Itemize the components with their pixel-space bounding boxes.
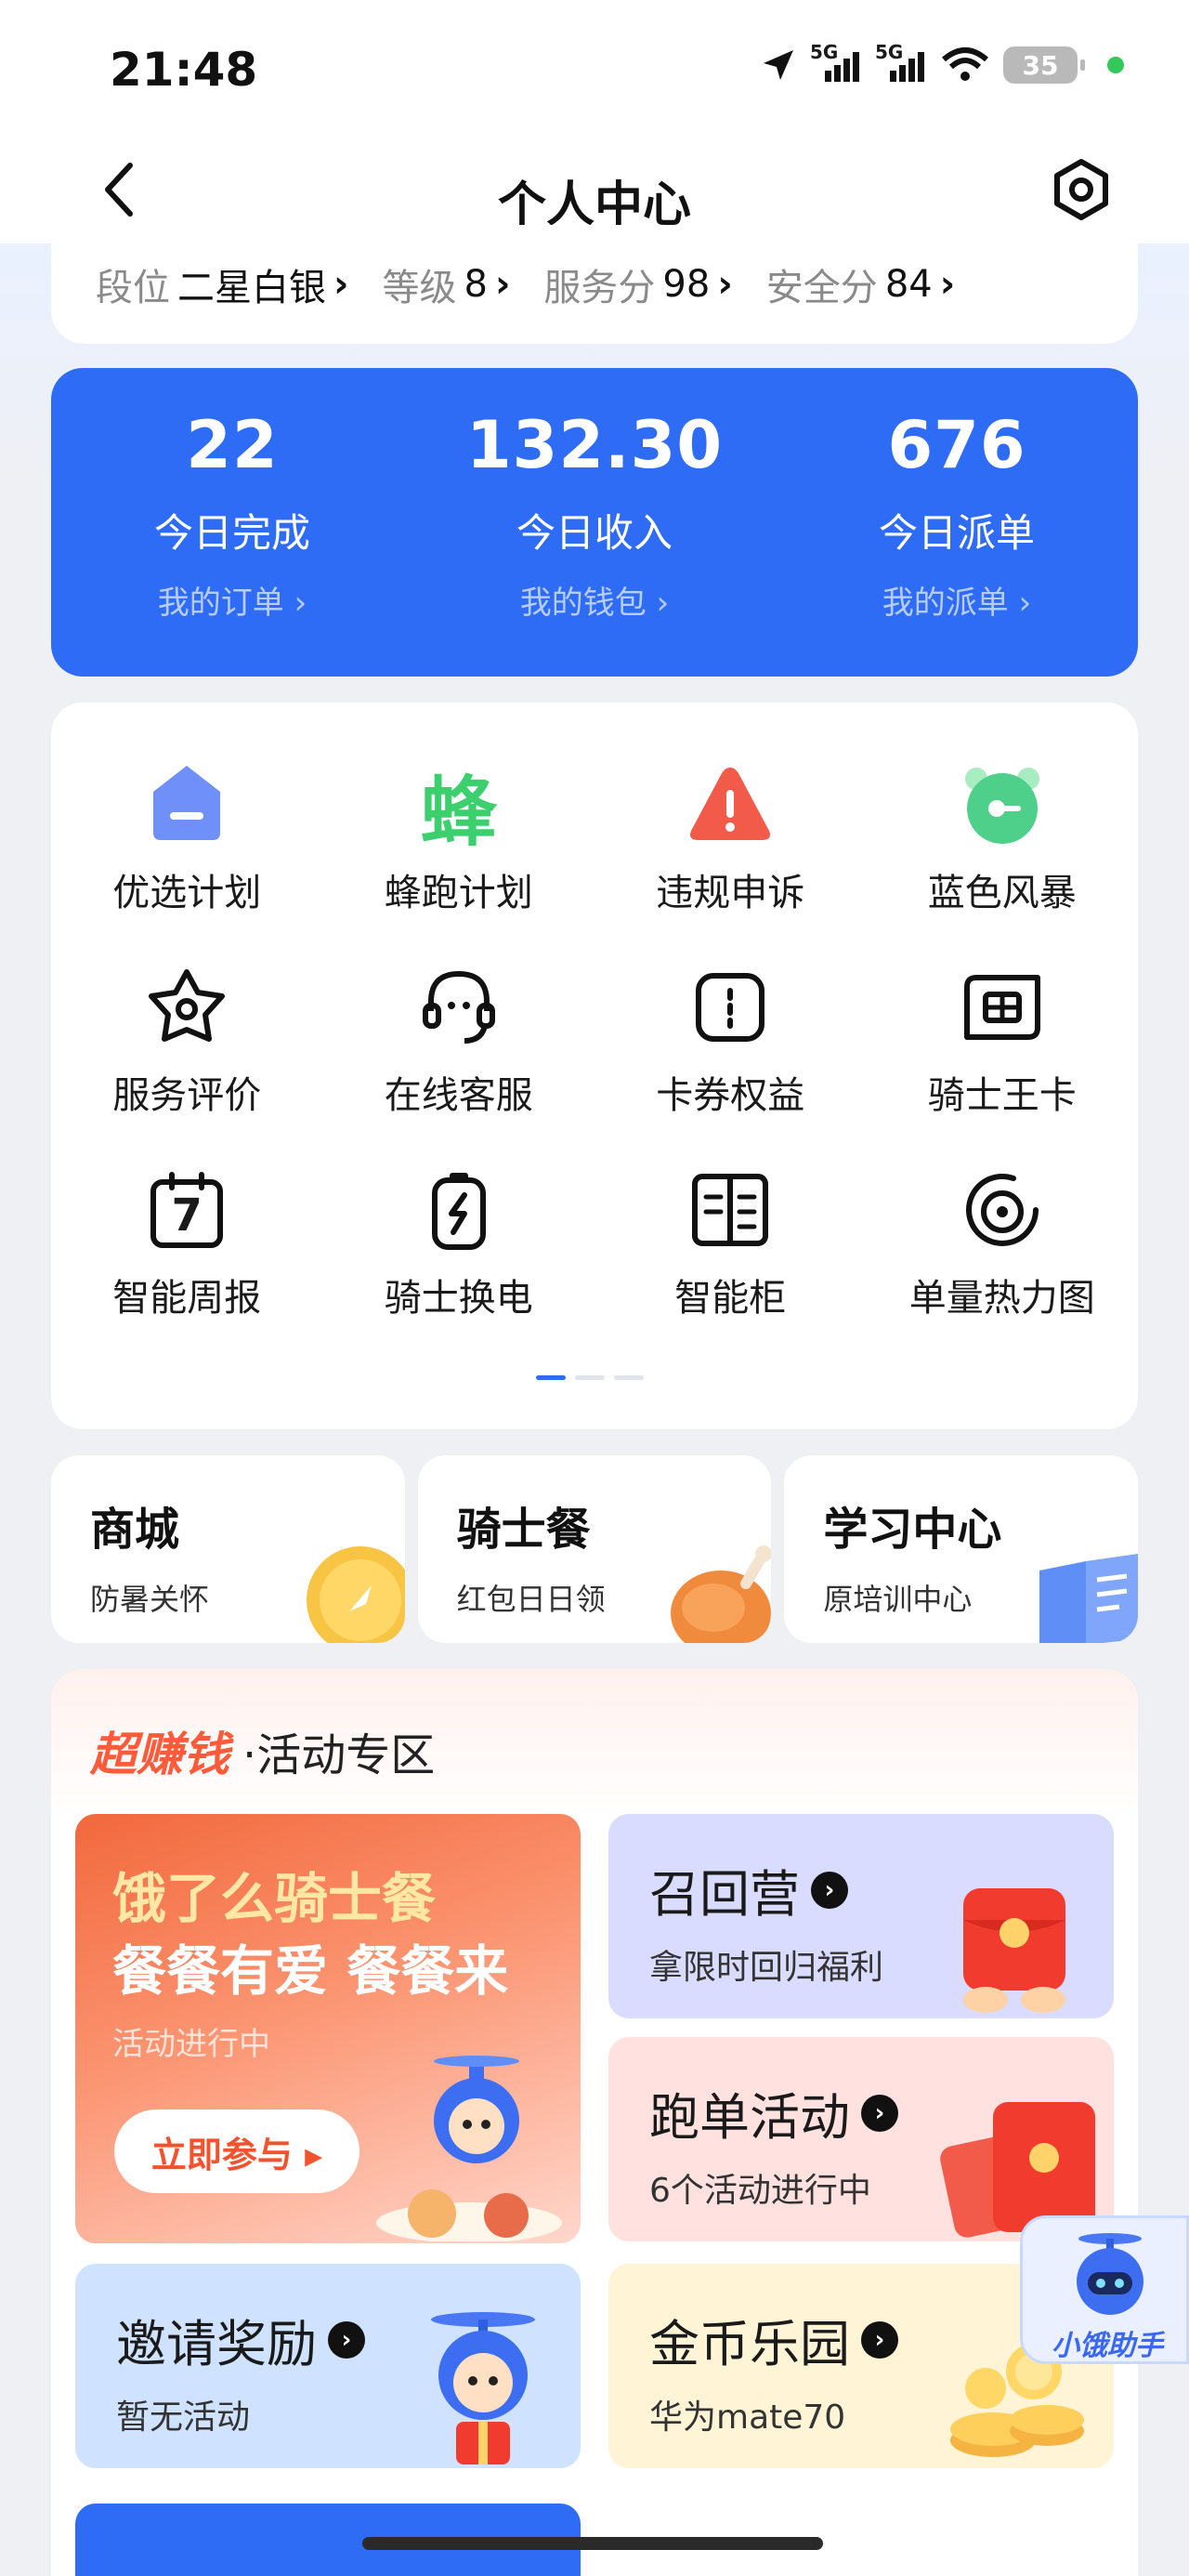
grid-item-service-rating[interactable]: 服务评价	[51, 961, 323, 1119]
grid-item-preferred-plan[interactable]: 优选计划	[51, 758, 323, 916]
feature-grid: 优选计划 蜂 蜂跑计划 违规申诉 蓝色风暴 服务评价 在线客服 卡券权益 骑士王…	[51, 758, 1138, 1321]
book-icon	[1039, 1554, 1139, 1643]
grid-item-online-service[interactable]: 在线客服	[323, 961, 595, 1119]
rider-meal-banner[interactable]: 饿了么骑士餐 餐餐有爱 餐餐来 活动进行中 立即参与 ▸	[75, 1814, 581, 2243]
coupon-icon	[684, 961, 777, 1054]
grid-item-blue-storm[interactable]: 蓝色风暴	[867, 758, 1139, 916]
rank-tier[interactable]: 段位 二星白银 ›	[96, 257, 348, 311]
assistant-float-button[interactable]: 小饿助手	[1020, 2215, 1189, 2364]
today-stats-card: 22 今日完成 我的订单 › 132.30 今日收入 我的钱包 › 676 今日…	[51, 368, 1138, 677]
chevron-right-icon: ›	[333, 263, 349, 306]
arrow-right-circle-icon: ›	[328, 2320, 365, 2359]
cellular-signal-1: 5G	[810, 41, 862, 84]
sim-card-icon	[956, 961, 1049, 1054]
locker-icon	[684, 1163, 777, 1256]
learning-center-card[interactable]: 学习中心 原培训中心	[784, 1455, 1139, 1643]
feature-grid-card: 优选计划 蜂 蜂跑计划 违规申诉 蓝色风暴 服务评价 在线客服 卡券权益 骑士王…	[51, 703, 1138, 1429]
stat-completed[interactable]: 22 今日完成 我的订单 ›	[51, 368, 413, 677]
mall-card[interactable]: 商城 防暑关怀	[51, 1455, 405, 1643]
warning-icon	[684, 758, 777, 851]
wifi-icon	[942, 47, 988, 81]
rank-service-score[interactable]: 服务分 98 ›	[543, 257, 732, 311]
my-dispatch-link[interactable]: 我的派单 ›	[776, 577, 1138, 623]
rider-mascot-icon	[431, 2312, 535, 2464]
privacy-dot	[1107, 57, 1124, 73]
join-now-button[interactable]: 立即参与 ▸	[114, 2109, 359, 2193]
activity-zone-title: ·活动专区	[242, 1729, 436, 1781]
rider-mascot-illustration	[376, 2056, 562, 2241]
grid-item-rider-king-card[interactable]: 骑士王卡	[867, 961, 1139, 1119]
gold-coin-icon	[306, 1546, 405, 1643]
grid-item-bee-run-plan[interactable]: 蜂 蜂跑计划	[323, 758, 595, 916]
my-orders-link[interactable]: 我的订单 ›	[51, 577, 413, 623]
invite-reward-tile[interactable]: 邀请奖励 › 暂无活动	[75, 2264, 581, 2468]
battery-swap-icon	[412, 1163, 505, 1256]
target-icon	[956, 1163, 1049, 1256]
run-order-activity-tile[interactable]: 跑单活动 › 6个活动进行中	[608, 2037, 1114, 2241]
robot-mascot-icon	[1077, 2233, 1143, 2315]
arrow-right-circle-icon: ›	[811, 1871, 848, 1909]
activity-zone-header: 超赚钱 ·活动专区	[90, 1717, 435, 1784]
home-indicator[interactable]	[362, 2537, 823, 2550]
rank-level[interactable]: 等级 8 ›	[382, 257, 510, 311]
chicken-leg-icon	[671, 1545, 772, 1643]
arrow-right-circle-icon: ›	[861, 2320, 898, 2359]
status-time: 21:48	[110, 43, 258, 97]
grid-item-coupons[interactable]: 卡券权益	[594, 961, 867, 1119]
chevron-right-icon: ›	[494, 263, 511, 306]
pager-dot[interactable]	[614, 1375, 644, 1380]
rank-summary: 段位 二星白银 › 等级 8 › 服务分 98 › 安全分 84 ›	[51, 225, 1138, 344]
pager-dot[interactable]	[575, 1375, 605, 1380]
settings-hexagon-icon	[1054, 159, 1108, 220]
rank-safety-score[interactable]: 安全分 84 ›	[766, 257, 955, 311]
bee-char-icon: 蜂	[420, 768, 497, 857]
arrow-right-circle-icon: ›	[861, 2094, 898, 2132]
grid-item-violation-appeal[interactable]: 违规申诉	[594, 758, 867, 916]
headset-icon	[412, 961, 505, 1054]
status-bar: 21:48 5G 5G 35	[0, 0, 1189, 139]
grid-pager-dots	[536, 1375, 644, 1380]
battery-indicator: 35	[1003, 46, 1085, 84]
promo-brand-logo: 超赚钱	[90, 1728, 229, 1781]
chevron-right-icon: ›	[939, 263, 956, 306]
recall-camp-tile[interactable]: 召回营 › 拿限时回归福利	[608, 1814, 1114, 2018]
stat-dispatched[interactable]: 676 今日派单 我的派单 ›	[776, 368, 1138, 677]
chevron-right-icon: ›	[717, 263, 733, 306]
rider-meal-card[interactable]: 骑士餐 红包日日领	[417, 1455, 772, 1643]
grid-item-heatmap[interactable]: 单量热力图	[867, 1163, 1139, 1321]
red-envelope-icon	[963, 1888, 1065, 2013]
my-wallet-link[interactable]: 我的钱包 ›	[413, 577, 776, 623]
calendar-icon: 7	[140, 1163, 233, 1256]
settings-button[interactable]	[1044, 152, 1118, 227]
grid-item-battery-swap[interactable]: 骑士换电	[323, 1163, 595, 1321]
shortcut-cards: 商城 防暑关怀 骑士餐 红包日日领 学习中心 原培训中心	[51, 1455, 1139, 1643]
stat-income[interactable]: 132.30 今日收入 我的钱包 ›	[413, 368, 776, 677]
star-badge-icon	[140, 961, 233, 1054]
cellular-signal-2: 5G	[875, 41, 927, 84]
location-arrow-icon	[764, 50, 793, 80]
grid-item-smart-locker[interactable]: 智能柜	[594, 1163, 867, 1321]
grid-item-smart-weekly[interactable]: 7 智能周报	[51, 1163, 323, 1321]
alarm-clock-icon	[956, 758, 1049, 851]
pager-dot-active[interactable]	[536, 1375, 566, 1380]
status-icons: 5G 5G 35	[760, 41, 1124, 84]
crown-icon	[140, 758, 233, 851]
activity-zone: 超赚钱 ·活动专区 饿了么骑士餐 餐餐有爱 餐餐来 活动进行中 立即参与 ▸ 召…	[51, 1669, 1138, 2576]
